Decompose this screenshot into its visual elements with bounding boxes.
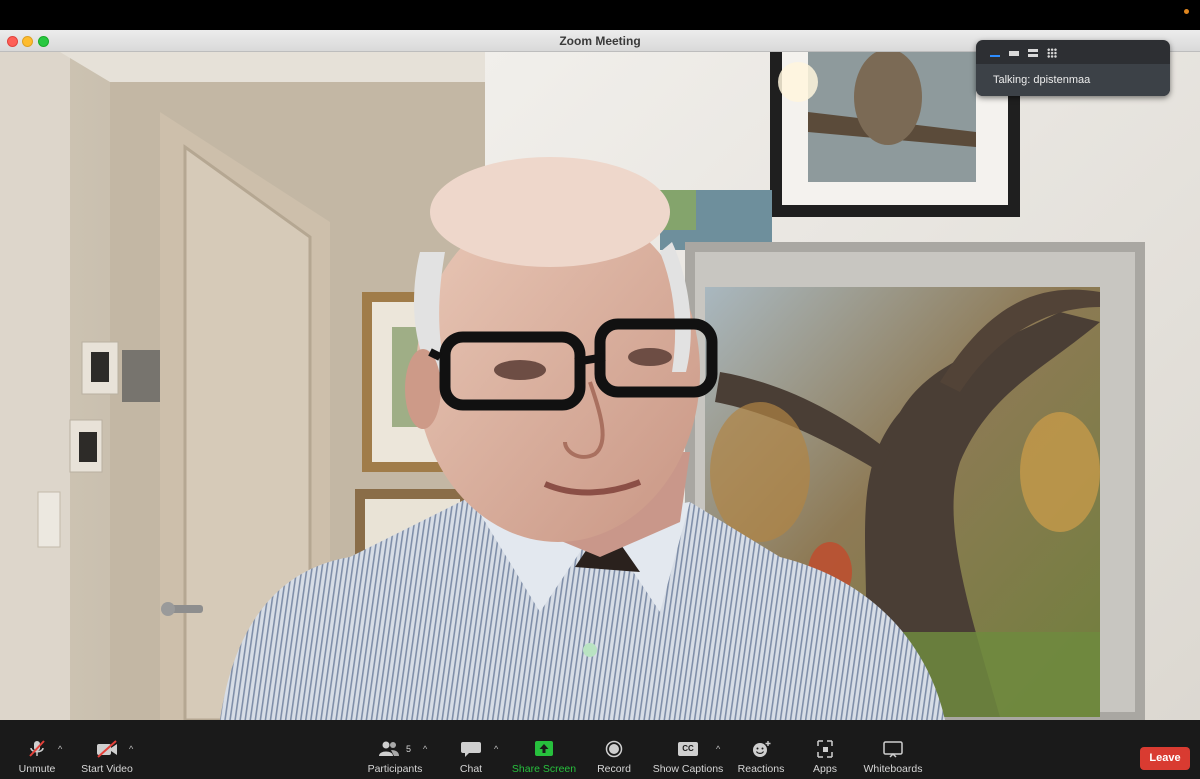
whiteboards-button[interactable]: Whiteboards <box>862 720 924 779</box>
menu-bar <box>0 0 1200 30</box>
chat-label: Chat <box>459 763 483 775</box>
apps-button[interactable]: Apps <box>806 720 844 779</box>
video-options-caret-icon[interactable]: ^ <box>129 744 133 754</box>
record-button[interactable]: Record <box>595 720 633 779</box>
meeting-toolbar: Unmute ^ Start Video ^ 5 Participants ^ <box>0 720 1200 779</box>
video-frame <box>0 52 1200 720</box>
record-icon <box>605 740 623 758</box>
share-screen-label: Share Screen <box>511 763 577 775</box>
whiteboard-icon <box>883 741 903 758</box>
show-captions-button[interactable]: CC Show Captions <box>652 720 724 779</box>
start-video-label: Start Video <box>81 763 133 775</box>
talking-indicator: Talking: dpistenmaa <box>976 64 1170 96</box>
recording-indicator-dot <box>1184 9 1189 14</box>
stacked-view-icon[interactable] <box>1028 48 1038 58</box>
closed-captions-icon: CC <box>678 742 698 756</box>
participants-label: Participants <box>367 763 423 775</box>
show-captions-label: Show Captions <box>652 763 724 775</box>
start-video-button[interactable]: Start Video <box>78 720 136 779</box>
whiteboards-label: Whiteboards <box>863 763 923 775</box>
participants-count: 5 <box>406 744 412 754</box>
speaker-view-icon[interactable] <box>990 48 1000 58</box>
reactions-label: Reactions <box>737 763 785 775</box>
filmstrip-view-icon[interactable] <box>1009 48 1019 58</box>
share-screen-icon <box>535 741 553 756</box>
captions-options-caret-icon[interactable]: ^ <box>716 744 720 754</box>
participants-button[interactable]: 5 Participants <box>364 720 426 779</box>
participants-options-caret-icon[interactable]: ^ <box>423 744 427 754</box>
talking-label: Talking: dpistenmaa <box>993 74 1091 86</box>
reactions-emoji-icon <box>753 741 771 757</box>
leave-meeting-button[interactable]: Leave <box>1140 747 1190 770</box>
unmute-label: Unmute <box>18 763 56 775</box>
chat-button[interactable]: Chat <box>454 720 488 779</box>
audio-options-caret-icon[interactable]: ^ <box>58 744 62 754</box>
record-label: Record <box>597 763 631 775</box>
video-off-icon <box>97 740 117 758</box>
apps-label: Apps <box>813 763 837 775</box>
unmute-button[interactable]: Unmute <box>14 720 60 779</box>
participants-icon <box>379 741 399 756</box>
chat-bubble-icon <box>461 742 481 757</box>
participant-video[interactable] <box>0 52 1200 720</box>
speaker-view-panel: Talking: dpistenmaa <box>976 40 1170 96</box>
screen: Zoom Meeting Talking: dpistenmaa Unmute … <box>0 0 1200 779</box>
apps-icon <box>817 740 833 758</box>
muted-microphone-icon <box>29 740 45 757</box>
gallery-view-icon[interactable] <box>1047 48 1057 58</box>
share-screen-button[interactable]: Share Screen <box>511 720 577 779</box>
reactions-button[interactable]: Reactions <box>736 720 786 779</box>
view-switcher <box>990 46 1057 60</box>
chat-options-caret-icon[interactable]: ^ <box>494 744 498 754</box>
